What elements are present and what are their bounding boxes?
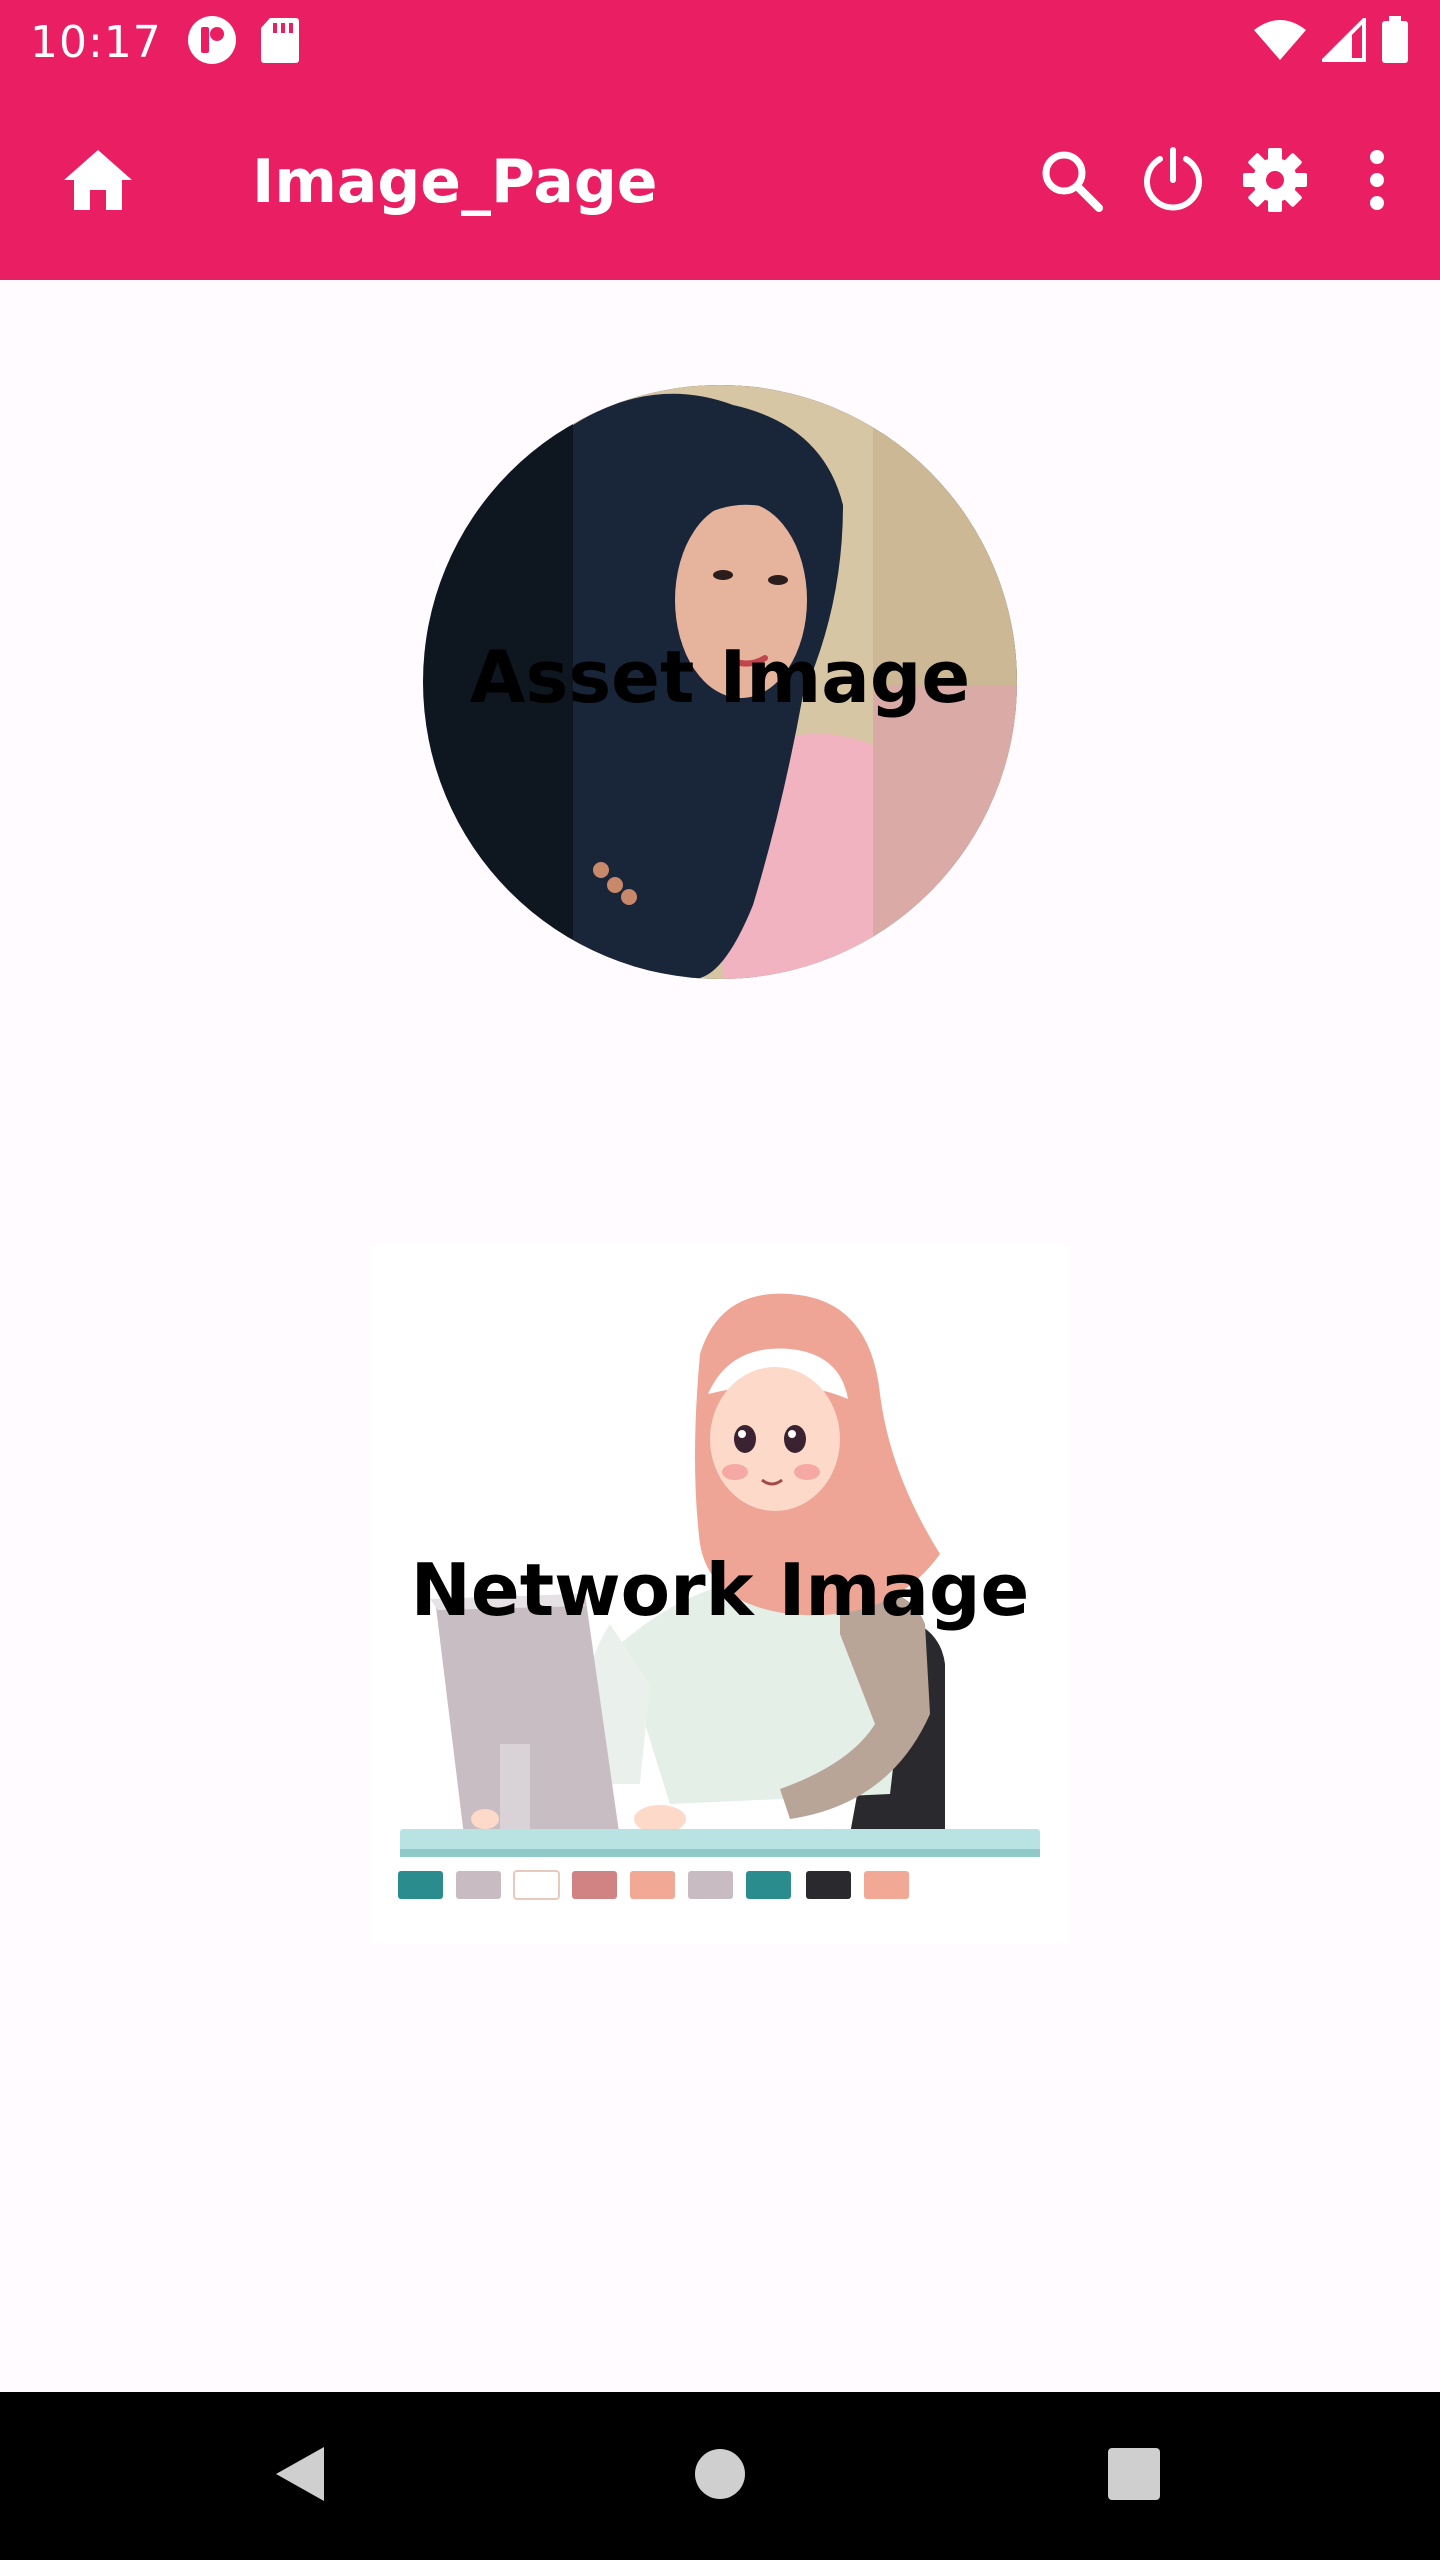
search-button[interactable]: [1020, 122, 1122, 242]
home-nav-button[interactable]: [620, 2392, 820, 2560]
status-time: 10:17: [30, 16, 162, 68]
status-bar: 10:17: [0, 0, 1440, 84]
page-title: Image_Page: [252, 147, 658, 217]
home-button[interactable]: [0, 84, 196, 280]
content-area: Asset Image Network Image: [0, 280, 1440, 2392]
app-bar: Image_Page: [0, 84, 1440, 280]
home-circle-icon: [694, 2448, 746, 2505]
sd-card-icon: [260, 16, 300, 69]
search-icon: [1039, 148, 1103, 217]
home-icon: [62, 148, 134, 217]
overflow-menu-icon: [1367, 149, 1387, 216]
wifi-icon: [1252, 18, 1308, 67]
overflow-menu-button[interactable]: [1326, 122, 1428, 242]
notification-app-icon: [186, 14, 238, 71]
recents-icon: [1107, 2447, 1161, 2506]
battery-icon: [1380, 15, 1410, 69]
navigation-bar: [0, 2392, 1440, 2560]
power-button[interactable]: [1122, 122, 1224, 242]
asset-image-caption: Asset Image: [469, 635, 971, 719]
cell-signal-icon: [1319, 14, 1366, 67]
power-icon: [1140, 146, 1206, 218]
settings-icon: [1241, 146, 1309, 219]
network-image-caption: Network Image: [410, 1548, 1030, 1632]
recents-button[interactable]: [1034, 2392, 1234, 2560]
back-button[interactable]: [200, 2392, 400, 2560]
settings-button[interactable]: [1224, 122, 1326, 242]
back-icon: [272, 2443, 328, 2510]
